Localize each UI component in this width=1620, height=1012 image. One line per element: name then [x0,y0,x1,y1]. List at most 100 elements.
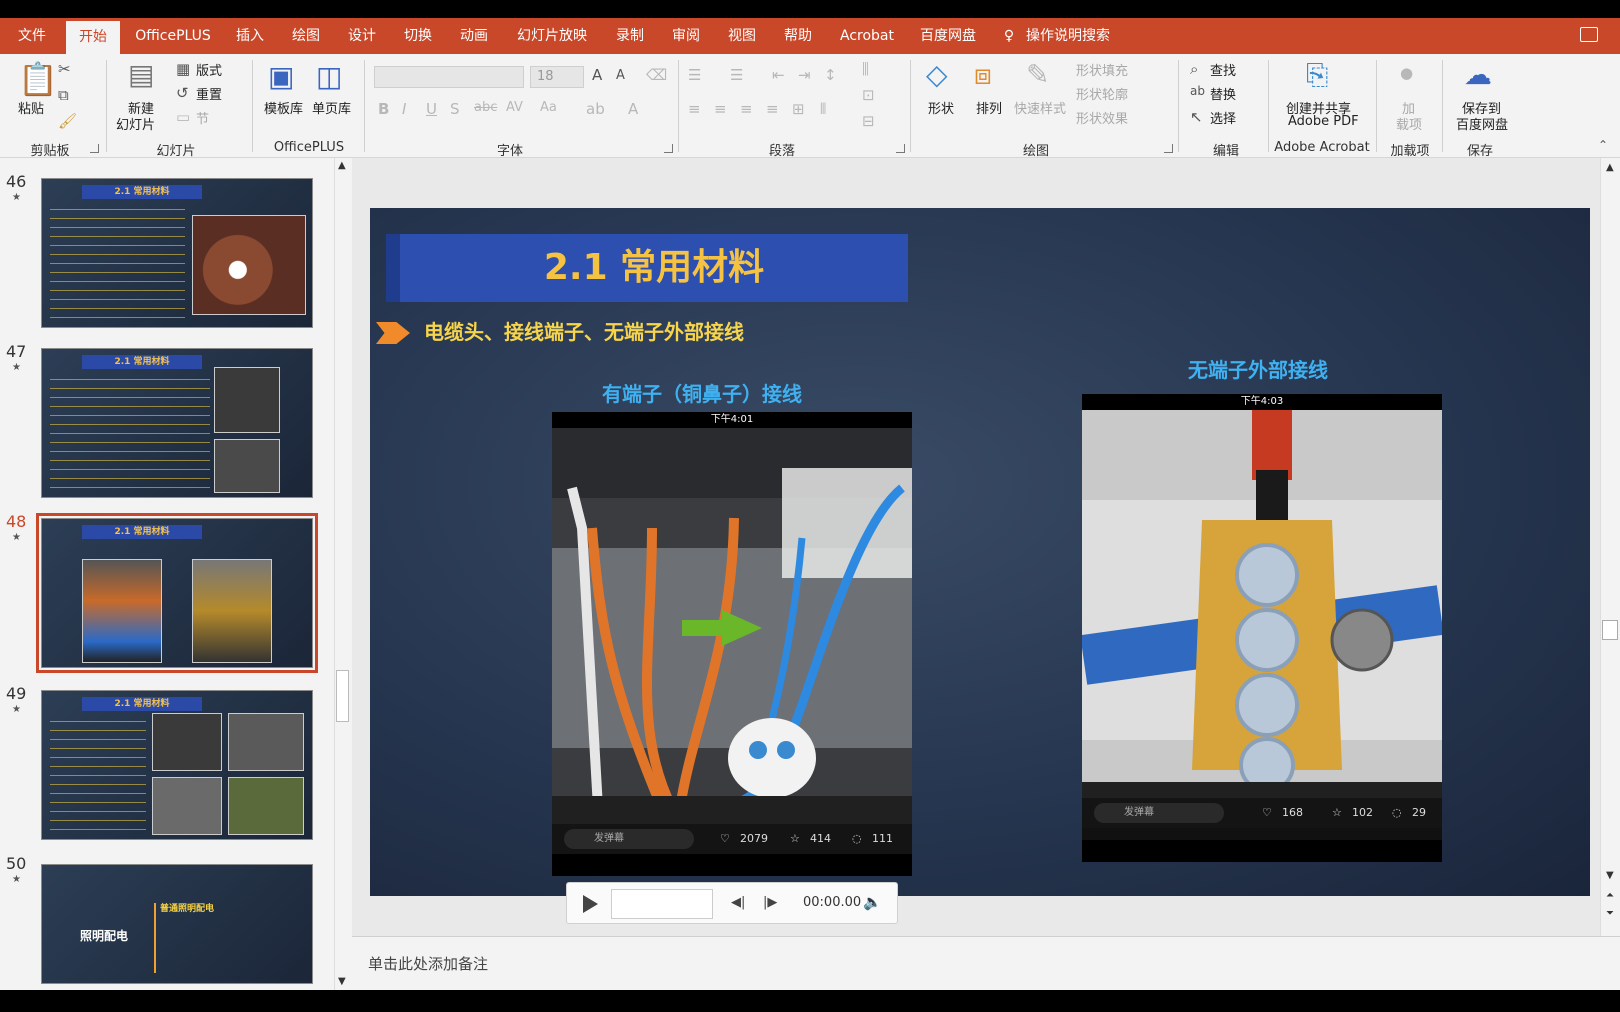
align-right-icon[interactable]: ≡ [740,100,753,118]
tab-officeplus[interactable]: OfficePLUS [128,18,218,54]
select-button[interactable]: 选择 [1210,108,1236,127]
like-icon[interactable]: ♡ [720,832,730,845]
replace-button[interactable]: 替换 [1210,84,1236,103]
next-slide-icon[interactable]: ⏷ [1606,908,1614,919]
quick-styles-button[interactable]: 快速样式 [1014,98,1066,117]
line-spacing-icon[interactable]: ↕ [824,66,837,84]
notes-pane[interactable]: 单击此处添加备注 [352,936,1620,990]
caption-left[interactable]: 有端子（铜鼻子）接线 [602,378,802,407]
reset-icon[interactable]: ↺ [176,84,189,102]
bold-icon[interactable]: B [378,100,389,118]
section-button[interactable]: 节 [196,108,209,127]
paragraph-launcher-icon[interactable] [896,144,905,153]
align-left-icon[interactable]: ≡ [688,100,701,118]
tab-slideshow[interactable]: 幻灯片放映 [506,18,598,54]
text-direction-icon[interactable]: ⫼ [862,60,869,78]
bullets-icon[interactable]: ☰ [688,66,701,84]
tab-draw[interactable]: 绘图 [282,18,330,54]
quick-styles-icon[interactable]: ✎ [1026,58,1049,91]
tab-baidu[interactable]: 百度网盘 [910,18,986,54]
distributed-icon[interactable]: ⊞ [792,100,805,118]
addins-label-2[interactable]: 载项 [1396,114,1422,133]
comment-icon[interactable]: ◌ [852,832,862,845]
scroll-up-icon[interactable]: ▲ [338,160,346,171]
font-name-box[interactable] [374,66,524,88]
select-icon[interactable]: ↖ [1190,108,1203,126]
char-spacing-icon[interactable]: AV [506,100,523,115]
shapes-button[interactable]: 形状 [928,98,954,117]
paste-icon[interactable]: 📋 [18,60,58,98]
slide-thumbnail-46[interactable]: 2.1 常用材料 [41,178,313,328]
tab-animations[interactable]: 动画 [450,18,498,54]
change-case-icon[interactable]: Aa [540,100,557,115]
tab-design[interactable]: 设计 [338,18,386,54]
baidu-netdisk-icon[interactable]: ☁ [1464,58,1492,91]
highlight-icon[interactable]: ab [586,100,605,118]
slide-thumbnail-49[interactable]: 2.1 常用材料 [41,690,313,840]
notes-placeholder[interactable]: 单击此处添加备注 [368,953,488,974]
increase-indent-icon[interactable]: ⇥ [798,66,811,84]
tell-me-search[interactable]: 操作说明搜索 [1026,18,1126,54]
play-icon[interactable] [583,895,598,913]
columns-icon[interactable]: ⫴ [820,100,826,118]
justify-icon[interactable]: ≡ [766,100,779,118]
slide-title-box[interactable]: 2.1 常用材料 [386,234,908,302]
find-button[interactable]: 查找 [1210,60,1236,79]
find-icon[interactable]: ⌕ [1190,60,1198,78]
italic-icon[interactable]: I [402,100,406,118]
current-slide[interactable]: 2.1 常用材料 电缆头、接线端子、无端子外部接线 有端子（铜鼻子）接线 无端子… [370,208,1590,896]
clipboard-launcher-icon[interactable] [90,144,99,153]
template-library-button[interactable]: 模板库 [264,98,303,117]
shape-outline-button[interactable]: 形状轮廓 [1076,84,1128,103]
create-pdf-icon[interactable]: ⎘ [1306,58,1328,92]
favorite-icon[interactable]: ☆ [790,832,800,845]
paste-button[interactable]: 粘贴 [18,98,44,117]
slide-thumbnail-47[interactable]: 2.1 常用材料 [41,348,313,498]
danmu-input[interactable]: 发弹幕 [1094,803,1224,823]
tab-home[interactable]: 开始 [66,21,120,54]
scroll-down-icon[interactable]: ▼ [338,976,346,987]
previous-slide-icon[interactable]: ⏶ [1606,890,1614,901]
strikethrough-icon[interactable]: abc [474,100,497,115]
new-slide-label-2[interactable]: 幻灯片 [116,114,155,133]
volume-icon[interactable]: 🔈 [863,893,882,911]
like-icon[interactable]: ♡ [1262,806,1272,819]
slide-thumbnail-50[interactable]: 照明配电 普通照明配电 [41,864,313,984]
layout-button[interactable]: 版式 [196,60,222,79]
font-launcher-icon[interactable] [664,144,673,153]
collapse-ribbon-icon[interactable]: ⌃ [1598,138,1608,152]
single-page-library-button[interactable]: 单页库 [312,98,351,117]
clear-format-icon[interactable]: ⌫ [646,66,667,84]
font-size-box[interactable]: 18 [530,66,584,88]
format-painter-icon[interactable]: 🖌 [58,112,77,130]
tab-review[interactable]: 审阅 [662,18,710,54]
smartart-icon[interactable]: ⊟ [862,112,875,130]
tab-transitions[interactable]: 切换 [394,18,442,54]
favorite-icon[interactable]: ☆ [1332,806,1342,819]
caption-right[interactable]: 无端子外部接线 [1188,354,1328,383]
tab-view[interactable]: 视图 [718,18,766,54]
align-center-icon[interactable]: ≡ [714,100,727,118]
addins-icon[interactable]: ● [1400,64,1413,82]
template-library-icon[interactable]: ▣ [268,60,294,93]
section-icon[interactable]: ▭ [176,108,190,126]
layout-icon[interactable]: ▦ [176,60,190,78]
video-screenshot-right[interactable]: 下午4:03 发弹幕 ♡ 168 ☆ 102 ◌ 29 [1082,394,1442,862]
tab-record[interactable]: 录制 [606,18,654,54]
drawing-launcher-icon[interactable] [1164,144,1173,153]
comments-icon[interactable] [1580,27,1598,42]
decrease-indent-icon[interactable]: ⇤ [772,66,785,84]
cut-icon[interactable]: ✂ [58,60,71,78]
danmu-input[interactable]: 发弹幕 [564,829,694,849]
create-pdf-label-2[interactable]: Adobe PDF [1288,114,1359,129]
shape-effects-button[interactable]: 形状效果 [1076,108,1128,127]
tab-acrobat[interactable]: Acrobat [832,18,902,54]
media-progress-bar[interactable] [611,889,713,919]
thumbnail-scrollbar[interactable]: ▲ ▼ [334,158,350,990]
tab-insert[interactable]: 插入 [226,18,274,54]
replace-icon[interactable]: ab [1190,84,1205,98]
underline-icon[interactable]: U [426,100,437,118]
slide-scrollbar[interactable]: ▲ ▼ ⏶ ⏷ [1600,158,1620,936]
align-text-icon[interactable]: ⊡ [862,86,875,104]
tab-file[interactable]: 文件 [8,18,56,54]
